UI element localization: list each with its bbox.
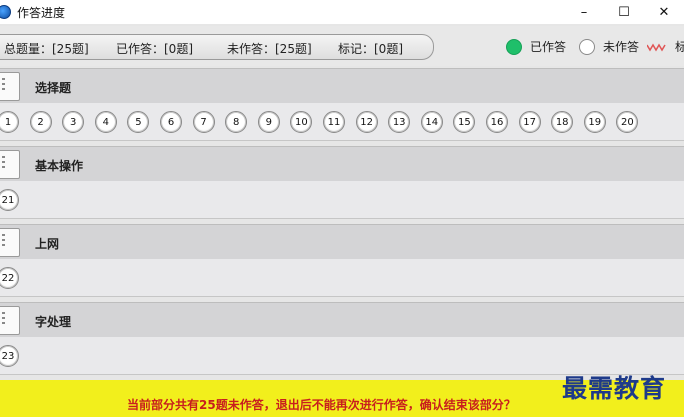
question-button[interactable]: 4 <box>94 111 117 133</box>
marked-wave-icon <box>647 43 666 51</box>
question-button[interactable]: 8 <box>225 111 248 133</box>
notebook-icon <box>0 72 20 101</box>
section-title: 上网 <box>35 237 60 251</box>
question-button[interactable]: 7 <box>192 111 215 133</box>
legend-unanswered: 未作答 <box>579 38 639 55</box>
question-button[interactable]: 15 <box>453 111 476 133</box>
section-title: 选择题 <box>35 81 72 95</box>
question-button[interactable]: 5 <box>127 111 150 133</box>
question-button[interactable]: 23 <box>0 345 19 367</box>
question-button[interactable]: 10 <box>290 111 313 133</box>
section-header-basic: 基本操作 <box>0 146 684 181</box>
total-count: 总题量：[25题] <box>4 42 89 56</box>
question-button[interactable]: 21 <box>0 189 19 211</box>
question-button[interactable]: 16 <box>486 111 508 133</box>
summary-pill: 总题量：[25题] 已作答：[0题] 未作答：[25题] 标记：[0题] <box>0 34 434 60</box>
maximize-button[interactable]: ☐ <box>604 0 644 24</box>
legend-unanswered-label: 未作答 <box>603 40 640 54</box>
question-button[interactable]: 17 <box>518 111 541 133</box>
answered-dot-icon <box>506 38 522 55</box>
marked-count: 标记：[0题] <box>338 42 403 56</box>
question-button[interactable]: 22 <box>0 267 19 289</box>
question-button[interactable]: 20 <box>616 111 639 133</box>
section-body-choice: 1 2 3 4 5 6 7 8 9 10 11 12 13 14 15 16 17 18 19 20 <box>0 103 684 141</box>
question-button[interactable]: 2 <box>29 111 52 133</box>
section-header-choice: 选择题 <box>0 68 684 103</box>
section-header-internet: 上网 <box>0 224 684 259</box>
answered-count: 已作答：[0题] <box>116 42 193 56</box>
summary-bar: 总题量：[25题] 已作答：[0题] 未作答：[25题] 标记：[0题] 已作答… <box>0 26 684 66</box>
section-body-internet: 22 <box>0 259 684 297</box>
window-title: 作答进度 <box>17 5 66 20</box>
section-title: 字处理 <box>35 315 72 329</box>
notebook-icon <box>0 306 20 335</box>
question-button[interactable]: 12 <box>355 111 378 133</box>
minimize-button[interactable]: – <box>564 0 604 24</box>
question-button[interactable]: 1 <box>0 111 19 133</box>
legend-answered: 已作答 <box>506 38 566 55</box>
question-button[interactable]: 9 <box>257 111 280 133</box>
window-controls: – ☐ ✕ <box>564 0 684 24</box>
close-button[interactable]: ✕ <box>644 0 684 24</box>
title-bar: 作答进度 – ☐ ✕ <box>0 0 684 24</box>
question-button[interactable]: 6 <box>160 111 182 133</box>
question-button[interactable]: 14 <box>420 111 443 133</box>
app-icon <box>0 5 11 19</box>
question-button[interactable]: 13 <box>388 111 411 133</box>
unanswered-count: 未作答：[25题] <box>227 42 312 56</box>
question-button[interactable]: 18 <box>551 111 574 133</box>
section-body-basic: 21 <box>0 181 684 219</box>
legend-marked-label: 标 <box>675 40 684 54</box>
watermark-logo: 最需教育 <box>562 374 667 403</box>
notebook-icon <box>0 150 20 179</box>
unanswered-dot-icon <box>579 38 595 55</box>
legend-marked: 标 <box>647 38 684 55</box>
confirm-message: 当前部分共有25题未作答，退出后不能再次进行作答，确认结束该部分？ <box>127 398 516 412</box>
section-title: 基本操作 <box>35 159 84 173</box>
notebook-icon <box>0 228 20 257</box>
question-button[interactable]: 11 <box>323 111 345 133</box>
question-button[interactable]: 19 <box>583 111 606 133</box>
question-button[interactable]: 3 <box>62 111 85 133</box>
section-header-wordproc: 字处理 <box>0 302 684 337</box>
legend-answered-label: 已作答 <box>530 40 567 54</box>
